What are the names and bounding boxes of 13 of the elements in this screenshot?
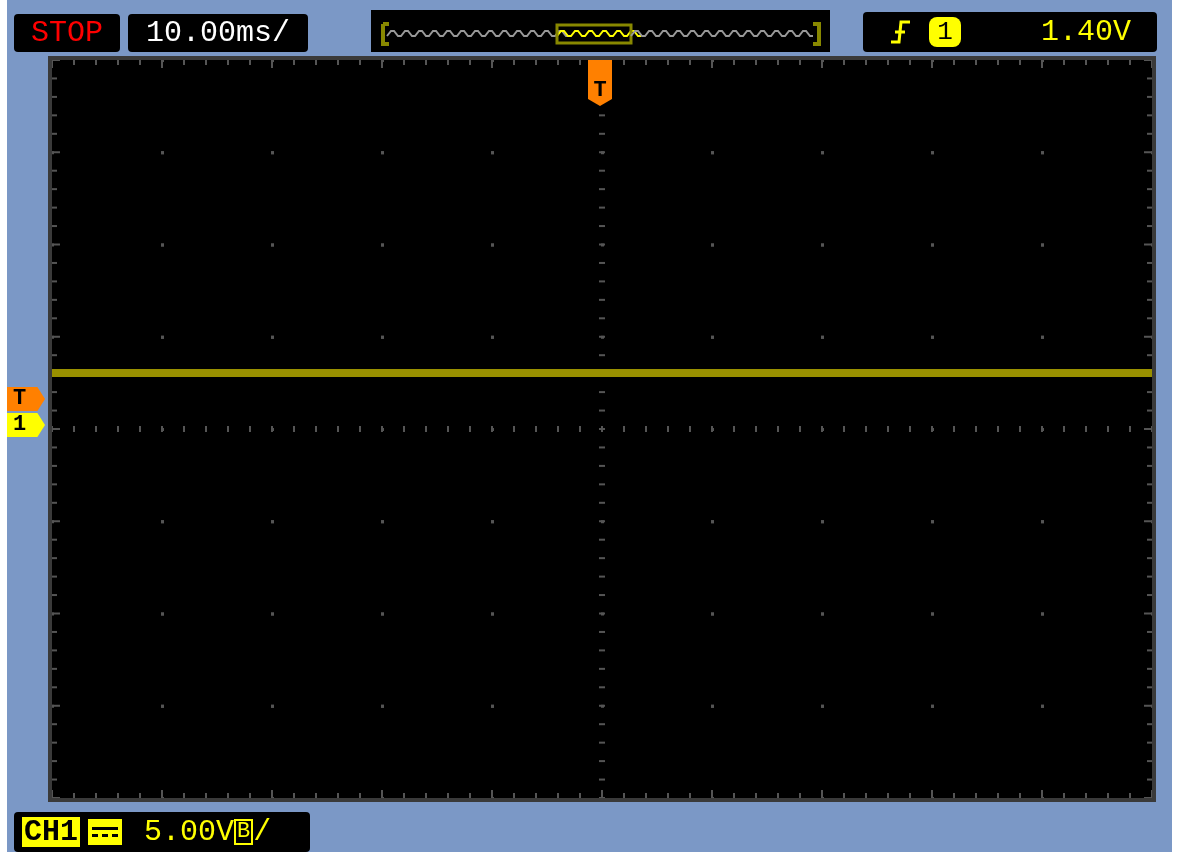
trigger-level-marker[interactable]: T	[7, 387, 45, 411]
scale-suffix-text: /	[253, 817, 272, 847]
channel-name-label: CH1	[22, 817, 80, 847]
channel-marker[interactable]: 1	[7, 413, 45, 437]
volts-per-div-text: 5.00V	[144, 817, 235, 847]
trigger-level-text: 1.40V	[1041, 17, 1131, 47]
run-state-label: STOP	[14, 14, 120, 52]
trigger-position-marker[interactable]: T	[588, 60, 612, 106]
dc-coupling-icon	[88, 819, 122, 845]
rising-edge-icon	[889, 20, 911, 44]
trigger-channel-badge: 1	[929, 17, 961, 47]
timebase-readout: 10.00ms/	[128, 14, 308, 52]
bandwidth-limit-badge: B	[234, 819, 254, 845]
